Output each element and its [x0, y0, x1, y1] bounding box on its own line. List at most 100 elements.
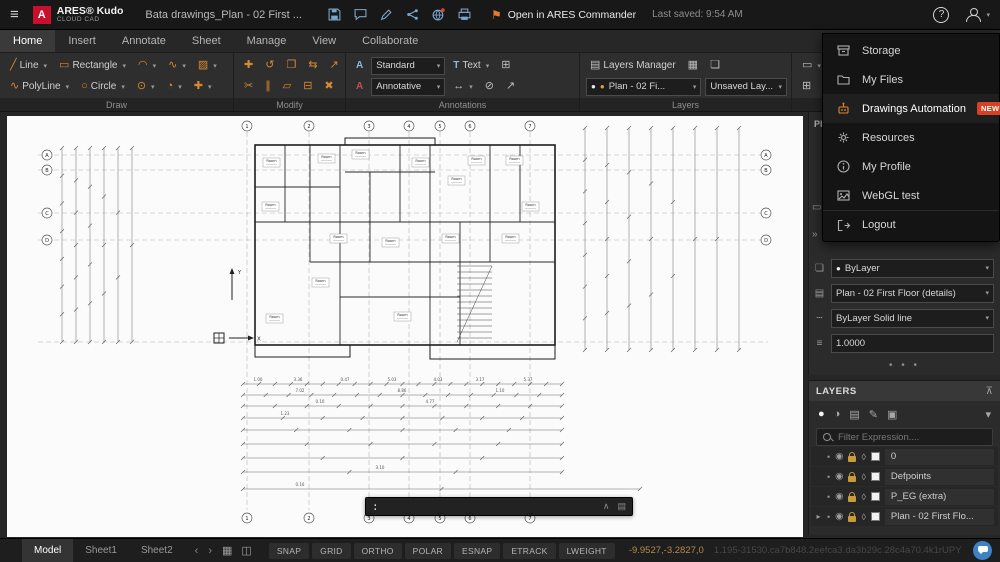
transparency-icon[interactable]: ◊ — [861, 512, 865, 522]
rectangle-tool-button[interactable]: ▭ Rectangle ▾ — [55, 56, 130, 75]
layer-state-icon[interactable]: ◑ — [834, 408, 841, 420]
tab-view[interactable]: View — [299, 30, 349, 52]
circle-tool-button[interactable]: ○ Circle ▾ — [77, 77, 129, 96]
panel-collapse-icon[interactable]: » — [812, 229, 818, 240]
erase-tool-button[interactable]: ✖ — [320, 77, 337, 96]
layer-row[interactable]: • ◉ ◊ P_EG (extra) — [811, 487, 998, 506]
hamburger-menu-icon[interactable]: ≡ — [10, 6, 19, 23]
visibility-eye-icon[interactable]: ◉ — [835, 471, 843, 482]
move-tool-button[interactable]: ✚ — [240, 56, 257, 75]
menu-item-logout[interactable]: Logout — [823, 210, 999, 239]
overflow-button-1[interactable]: ▭ ▾ — [798, 56, 825, 75]
sheet-list-icon[interactable]: ◫ — [241, 544, 251, 557]
layer-color-chip[interactable] — [870, 512, 880, 521]
comment-icon[interactable] — [354, 8, 367, 21]
command-expand-icon[interactable]: ∧ — [603, 501, 610, 512]
scale-tool-button[interactable]: ↗ — [326, 56, 343, 75]
layer-isolate-button[interactable]: ❏ — [706, 56, 724, 75]
tab-sheet[interactable]: Sheet — [179, 30, 234, 52]
open-in-commander[interactable]: ⚑ Open in ARES Commander — [491, 8, 636, 22]
visibility-eye-icon[interactable]: ◉ — [835, 451, 843, 462]
lock-icon[interactable] — [848, 451, 857, 462]
layer-row[interactable]: • ◉ ◊ 0 — [811, 447, 998, 466]
sheet-prev-arrow[interactable]: ‹ — [195, 545, 199, 557]
polyline-tool-button[interactable]: ∿ PolyLine ▾ — [6, 77, 73, 96]
layer-row[interactable]: • ◉ ◊ Defpoints — [811, 467, 998, 486]
lock-icon[interactable] — [848, 491, 857, 502]
stretch-tool-button[interactable]: ▱ — [279, 77, 295, 96]
menu-item-drawings-automation[interactable]: Drawings Automation NEW — [823, 94, 1000, 123]
lock-icon[interactable] — [848, 471, 857, 482]
dimension-tool-button[interactable]: ↔ ▾ — [449, 77, 477, 96]
save-icon[interactable] — [328, 8, 341, 21]
tab-manage[interactable]: Manage — [234, 30, 300, 52]
sheet-next-arrow[interactable]: › — [208, 545, 212, 557]
layer-preview-button[interactable]: ▦ — [684, 56, 702, 75]
overflow-button-2[interactable]: ⊞ — [798, 77, 815, 96]
menu-item-my-profile[interactable]: My Profile — [823, 152, 999, 181]
leader-tool-button[interactable]: ↗ — [502, 77, 519, 96]
visibility-eye-icon[interactable]: ◉ — [835, 491, 843, 502]
region-tool-button[interactable]: ✚ ▾ — [190, 77, 216, 96]
linescale-field[interactable]: 1.0000 — [831, 333, 994, 353]
annotate-pen-icon[interactable] — [380, 8, 393, 21]
mirror-tool-button[interactable]: ⇆ — [304, 56, 321, 75]
sheet-tab-sheet2[interactable]: Sheet2 — [129, 539, 185, 562]
layer-color-chip[interactable] — [870, 472, 880, 481]
layer-row[interactable]: ▸ • ◉ ◊ Plan - 02 First Flo... — [811, 507, 998, 526]
text-tool-button[interactable]: T Text ▾ — [449, 56, 493, 75]
command-line[interactable]: : ∧ ▤ — [365, 497, 633, 516]
tab-insert[interactable]: Insert — [55, 30, 109, 52]
menu-item-storage[interactable]: Storage — [823, 36, 999, 65]
array-tool-button[interactable]: ⊟ — [299, 77, 316, 96]
transparency-icon[interactable]: ◊ — [861, 492, 865, 502]
menu-item-resources[interactable]: Resources — [823, 123, 999, 152]
text-style-button[interactable]: A — [352, 56, 367, 75]
share-icon[interactable] — [406, 8, 419, 21]
layer-edit-icon[interactable]: ✎ — [869, 408, 878, 421]
lock-icon[interactable] — [848, 511, 857, 522]
layers-more-icon[interactable]: ▾ — [985, 408, 991, 421]
layer-select[interactable]: Plan - 02 First Floor (details) ▾ — [831, 283, 994, 303]
command-menu-icon[interactable]: ▤ — [617, 501, 626, 512]
sheet-tab-sheet1[interactable]: Sheet1 — [73, 539, 129, 562]
ellipse-tool-button[interactable]: ⊙ ▾ — [133, 77, 159, 96]
toggle-snap[interactable]: SNAP — [268, 542, 310, 559]
rotate-tool-button[interactable]: ↺ — [261, 56, 278, 75]
linetype-select[interactable]: ByLayer Solid line ▾ — [831, 308, 994, 328]
toggle-esnap[interactable]: ESNAP — [454, 542, 501, 559]
table-tool-button[interactable]: ⊞ — [497, 56, 514, 75]
chat-support-icon[interactable] — [973, 541, 992, 560]
panel-resize-handle[interactable]: • • • — [809, 360, 1000, 371]
transparency-icon[interactable]: ◊ — [861, 452, 865, 462]
point-tool-button[interactable]: ◔ ▾ — [163, 77, 186, 96]
hatch-tool-button[interactable]: ▨ ▾ — [194, 56, 221, 75]
sheet-tab-model[interactable]: Model — [22, 538, 74, 562]
layer-state-select[interactable]: Unsaved Lay... ▾ — [705, 77, 787, 96]
menu-item-my-files[interactable]: My Files — [823, 65, 999, 94]
new-layer-icon[interactable]: ● — [818, 408, 825, 420]
layer-color-chip[interactable] — [870, 452, 880, 461]
copy-tool-button[interactable]: ❐ — [282, 56, 300, 75]
filter-expression-input[interactable] — [838, 431, 986, 443]
layer-color-chip[interactable] — [870, 492, 880, 501]
toggle-grid[interactable]: GRID — [312, 542, 351, 559]
line-tool-button[interactable]: ╱ Line ▾ — [6, 56, 51, 75]
trim-tool-button[interactable]: ✂ — [240, 77, 257, 96]
layer-settings-icon[interactable]: ▣ — [887, 408, 897, 421]
panel-edge-icon[interactable]: ▭ — [812, 202, 821, 213]
help-button[interactable]: ? — [933, 6, 950, 23]
annotative-scale-select[interactable]: Annotative ▾ — [371, 77, 446, 96]
text-style-select[interactable]: Standard ▾ — [371, 56, 446, 75]
expand-arrow-icon[interactable]: ▸ — [815, 512, 822, 521]
menu-item-webgl-test[interactable]: WebGL test — [823, 181, 999, 210]
annotative-style-button[interactable]: A — [352, 77, 367, 96]
floor-plan-drawing[interactable]: 1 1 2 2 3 3 4 4 5 5 6 6 7 7 A A B B C C D D Room Room Room Room Ro… — [0, 112, 800, 538]
publish-globe-icon[interactable] — [432, 8, 445, 21]
tab-home[interactable]: Home — [0, 30, 56, 52]
quick-view-icon[interactable]: ▦ — [222, 544, 232, 557]
active-layer-select[interactable]: ● ● Plan - 02 Fi... ▾ — [586, 77, 702, 96]
diameter-dim-button[interactable]: ⊘ — [481, 77, 498, 96]
toggle-etrack[interactable]: ETRACK — [503, 542, 556, 559]
tab-annotate[interactable]: Annotate — [109, 30, 179, 52]
